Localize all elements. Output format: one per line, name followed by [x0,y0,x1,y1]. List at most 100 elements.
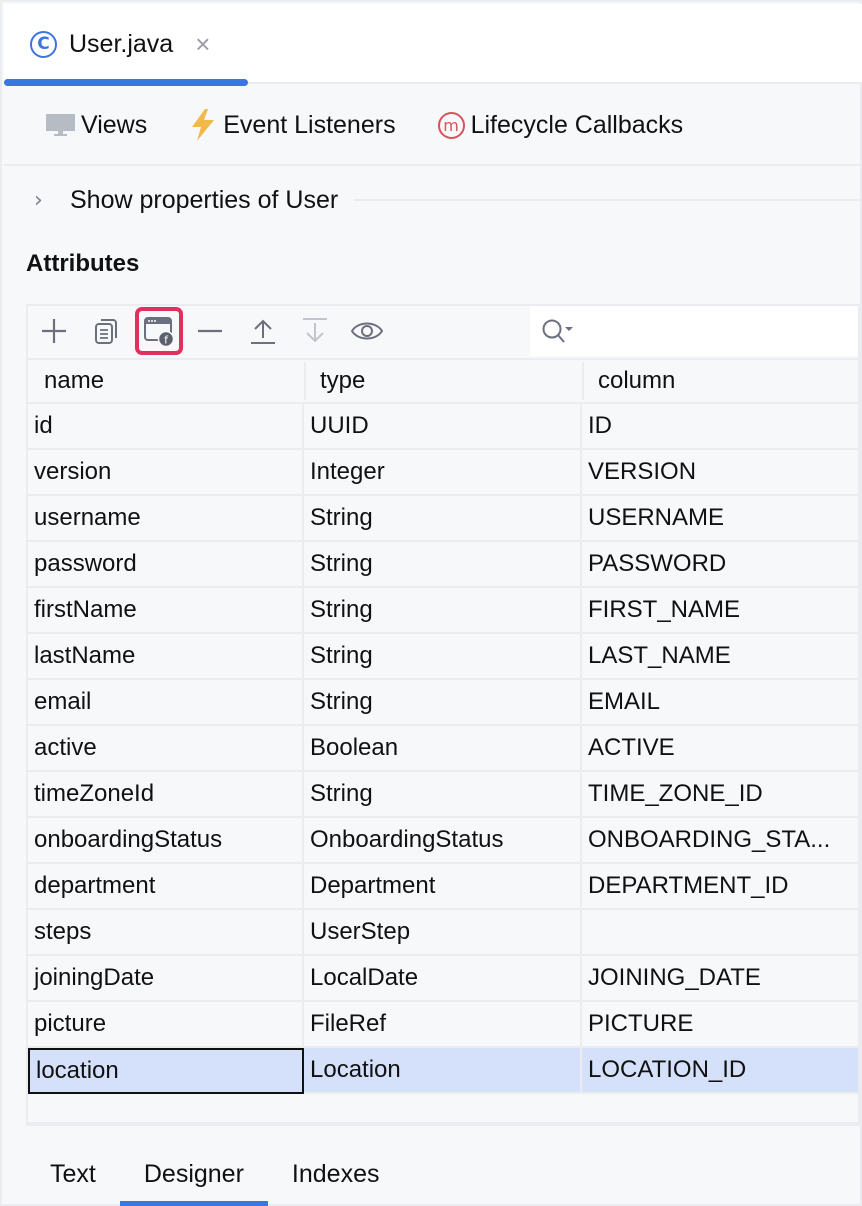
move-down-button[interactable] [291,307,339,355]
copy-button[interactable] [82,307,130,355]
table-row[interactable]: timeZoneId String TIME_ZONE_ID [28,772,858,818]
cell-name[interactable]: steps [28,910,304,956]
cell-column[interactable]: ONBOARDING_STA... [582,818,858,864]
close-icon[interactable]: × [195,31,210,57]
table-row[interactable]: id UUID ID [28,404,858,450]
table-row[interactable]: username String USERNAME [28,496,858,542]
table-row[interactable]: email String EMAIL [28,680,858,726]
entity-subtoolbar: Views Event Listeners m Lifecycle Callba… [4,86,862,166]
cell-type[interactable]: Department [304,864,582,910]
attributes-table-panel: f name type column id UUID ID version In… [26,304,860,1126]
divider [354,199,862,201]
cell-name[interactable]: version [28,450,304,496]
cell-name[interactable]: picture [28,1002,304,1048]
cell-name[interactable]: id [28,404,304,450]
event-listeners-label: Event Listeners [223,110,396,139]
table-row[interactable]: steps UserStep [28,910,858,956]
cell-column[interactable]: EMAIL [582,680,858,726]
empty-row [28,1094,858,1124]
cell-column[interactable]: PASSWORD [582,542,858,588]
cell-type[interactable]: Boolean [304,726,582,772]
cell-type[interactable]: String [304,496,582,542]
table-row[interactable]: picture FileRef PICTURE [28,1002,858,1048]
cell-type[interactable]: Integer [304,450,582,496]
column-header-name[interactable]: name [28,360,304,402]
event-listeners-button[interactable]: Event Listeners [189,109,396,141]
editor-window: C User.java × Views Event Listeners m Li… [0,0,862,1206]
table-row[interactable]: location Location LOCATION_ID [28,1048,858,1094]
table-row[interactable]: active Boolean ACTIVE [28,726,858,772]
add-button[interactable] [30,307,78,355]
table-row[interactable]: firstName String FIRST_NAME [28,588,858,634]
cell-column[interactable]: LOCATION_ID [582,1048,858,1094]
table-row[interactable]: onboardingStatus OnboardingStatus ONBOARDI… [28,818,858,864]
tab-designer[interactable]: Designer [119,1152,268,1206]
views-button[interactable]: Views [46,111,147,140]
bottom-tabs: Text Designer Indexes [26,1152,403,1206]
table-row[interactable]: department Department DEPARTMENT_ID [28,864,858,910]
class-icon: C [30,30,57,58]
cell-name[interactable]: email [28,680,304,726]
cell-type[interactable]: LocalDate [304,956,582,1002]
cell-column[interactable] [582,910,858,956]
cell-column[interactable]: USERNAME [582,496,858,542]
attributes-heading: Attributes [26,250,140,277]
editor-tab-bar: C User.java × [4,4,862,86]
cell-column[interactable]: ID [582,404,858,450]
add-from-window-button[interactable]: f [135,307,183,355]
cell-name[interactable]: firstName [28,588,304,634]
cell-name[interactable]: username [28,496,304,542]
tab-text[interactable]: Text [26,1152,120,1206]
move-up-button[interactable] [239,307,287,355]
cell-type[interactable]: String [304,772,582,818]
cell-column[interactable]: LAST_NAME [582,634,858,680]
cell-name[interactable]: timeZoneId [28,772,304,818]
table-row[interactable]: joiningDate LocalDate JOINING_DATE [28,956,858,1002]
table-row[interactable]: version Integer VERSION [28,450,858,496]
table-row[interactable]: lastName String LAST_NAME [28,634,858,680]
cell-column[interactable]: PICTURE [582,1002,858,1048]
cell-type[interactable]: UUID [304,404,582,450]
cell-column[interactable]: TIME_ZONE_ID [582,772,858,818]
cell-type[interactable]: String [304,634,582,680]
file-tab-user-java[interactable]: C User.java × [4,4,248,86]
column-header-type[interactable]: type [304,360,582,402]
cell-name[interactable]: active [28,726,304,772]
table-header: name type column [28,358,858,404]
eye-icon [350,322,384,340]
cell-name[interactable]: location [28,1048,304,1094]
cell-name[interactable]: department [28,864,304,910]
remove-button[interactable] [186,307,234,355]
cell-name[interactable]: password [28,542,304,588]
column-header-column[interactable]: column [582,360,858,402]
cell-type[interactable]: String [304,542,582,588]
lightning-icon [189,109,217,141]
table-row[interactable]: password String PASSWORD [28,542,858,588]
method-icon: m [437,111,465,139]
cell-column[interactable]: JOINING_DATE [582,956,858,1002]
cell-name[interactable]: onboardingStatus [28,818,304,864]
search-icon [542,319,573,343]
show-button[interactable] [343,307,391,355]
show-properties-toggle[interactable]: › Show properties of User [4,178,862,222]
copy-icon [95,319,117,344]
lifecycle-callbacks-button[interactable]: m Lifecycle Callbacks [437,111,683,140]
cell-type[interactable]: String [304,588,582,634]
move-up-icon [251,319,275,344]
cell-type[interactable]: UserStep [304,910,582,956]
attributes-toolbar: f [28,306,858,356]
cell-name[interactable]: joiningDate [28,956,304,1002]
cell-column[interactable]: ACTIVE [582,726,858,772]
tab-indexes[interactable]: Indexes [268,1152,404,1206]
table-body: id UUID ID version Integer VERSION username Str… [28,404,858,1124]
cell-type[interactable]: String [304,680,582,726]
search-input[interactable] [530,306,858,356]
cell-type[interactable]: Location [304,1048,582,1094]
cell-name[interactable]: lastName [28,634,304,680]
cell-column[interactable]: VERSION [582,450,858,496]
cell-column[interactable]: FIRST_NAME [582,588,858,634]
cell-column[interactable]: DEPARTMENT_ID [582,864,858,910]
cell-type[interactable]: FileRef [304,1002,582,1048]
cell-type[interactable]: OnboardingStatus [304,818,582,864]
remove-icon [198,329,222,333]
